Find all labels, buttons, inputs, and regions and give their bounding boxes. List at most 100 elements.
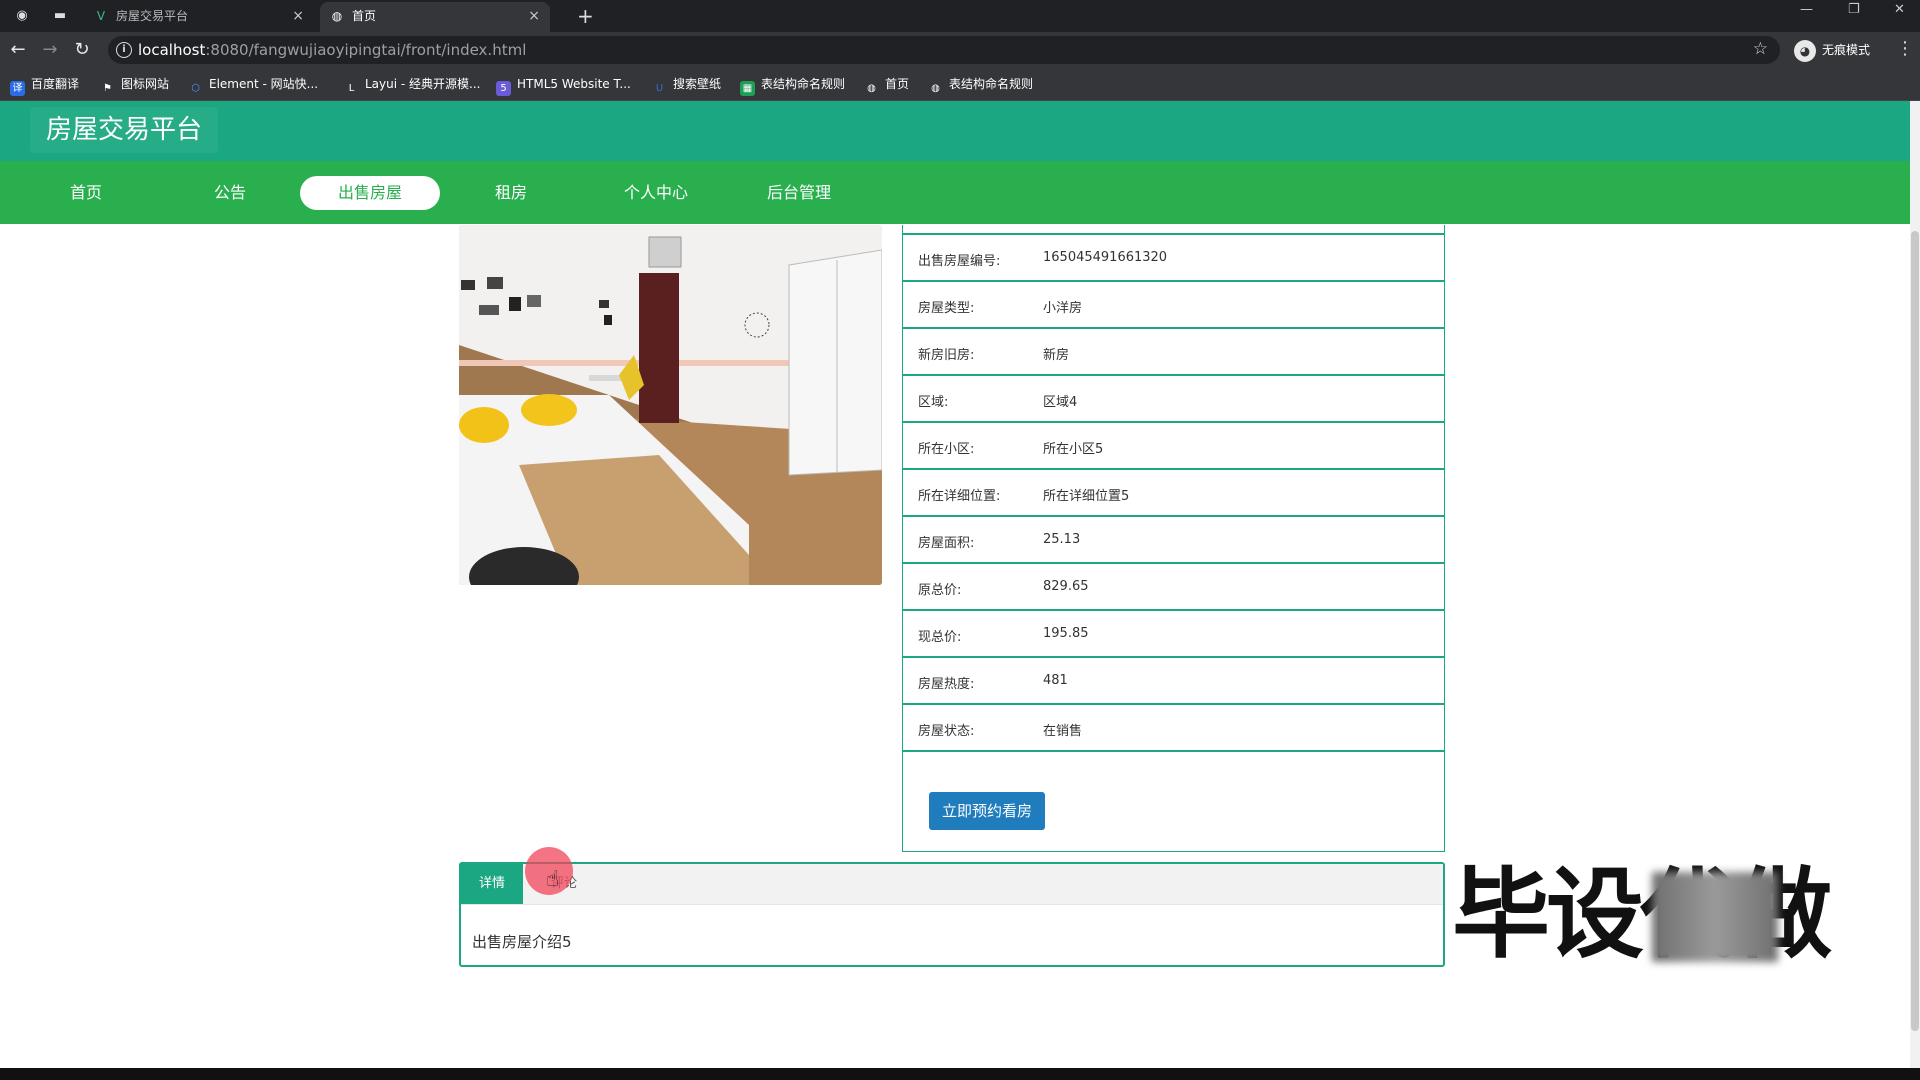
globe-icon: ◍ xyxy=(867,83,876,94)
info-label: 所在详细位置: xyxy=(918,489,1001,504)
bookmarks-bar: 译百度翻译 ⚑ 图标网站 ⬡ Element - 网站快... L Layui - 经… xyxy=(0,68,1920,101)
incognito-icon: ◕ xyxy=(1794,39,1816,62)
info-row: 所在小区: 所在小区5 xyxy=(903,423,1444,470)
info-row: 区域: 区域4 xyxy=(903,376,1444,423)
info-row: 所在详细位置: 所在详细位置5 xyxy=(903,470,1444,517)
info-icon[interactable]: i xyxy=(116,42,132,58)
info-label: 房屋状态: xyxy=(918,724,975,739)
bookmark-item[interactable]: 译百度翻译 xyxy=(10,75,79,96)
new-tab-button[interactable]: + xyxy=(577,4,594,28)
info-row: 新房旧房: 新房 xyxy=(903,329,1444,376)
minimize-button[interactable]: — xyxy=(1800,2,1813,17)
info-row: 原总价: 829.65 xyxy=(903,564,1444,611)
house-photo xyxy=(459,225,882,585)
info-value: 481 xyxy=(1043,673,1068,688)
info-label: 房屋类型: xyxy=(918,301,975,316)
url-path: :8080/fangwujiaoyipingtai/front/index.ht… xyxy=(205,41,527,59)
site-title: 房屋交易平台 xyxy=(30,107,219,153)
info-row: 房屋状态: 在销售 xyxy=(903,705,1444,752)
info-label: 原总价: xyxy=(918,583,962,598)
info-row-top xyxy=(903,225,1444,235)
vue-icon: V xyxy=(96,9,106,23)
info-value: 所在小区5 xyxy=(1043,442,1104,457)
restore-button[interactable]: ❐ xyxy=(1848,2,1860,17)
bookmark-item[interactable]: L Layui - 经典开源模... xyxy=(344,75,481,94)
info-value: 所在详细位置5 xyxy=(1043,489,1130,504)
info-label: 所在小区: xyxy=(918,442,975,457)
info-value: 165045491661320 xyxy=(1043,250,1168,265)
back-icon[interactable]: ← xyxy=(6,38,30,62)
nav-personal-center[interactable]: 个人中心 xyxy=(586,176,726,210)
bookmark-item[interactable]: U 搜索壁纸 xyxy=(652,75,721,94)
nav-notice[interactable]: 公告 xyxy=(160,176,300,210)
bookmark-item[interactable]: ⚑ 图标网站 xyxy=(100,75,169,94)
hand-cursor-icon: ☝ xyxy=(546,867,560,892)
browser-logo-icon: ◉ xyxy=(16,8,28,23)
menu-icon[interactable]: ⋮ xyxy=(1896,38,1914,59)
wallpaper-icon: U xyxy=(655,83,664,94)
book-viewing-button[interactable]: 立即预约看房 xyxy=(929,792,1045,830)
browser-tab-platform[interactable]: V 房屋交易平台 × xyxy=(84,2,314,32)
detail-text: 出售房屋介绍5 xyxy=(472,933,572,951)
info-label: 房屋热度: xyxy=(918,677,975,692)
blur-mask xyxy=(1652,872,1778,962)
info-label: 出售房屋编号: xyxy=(918,254,1001,269)
bookmark-item[interactable]: ⬡ Element - 网站快... xyxy=(188,75,318,94)
close-icon[interactable]: × xyxy=(528,2,540,30)
incognito-label: 无痕模式 xyxy=(1822,43,1871,57)
url-host: localhost xyxy=(138,41,206,59)
nav-home[interactable]: 首页 xyxy=(16,176,156,210)
site-header: 房屋交易平台 xyxy=(0,101,1910,161)
reload-icon[interactable]: ↻ xyxy=(70,38,94,62)
bookmark-item[interactable]: ◍ 表结构命名规则 xyxy=(928,75,1033,94)
bedroom-image xyxy=(459,225,882,585)
incognito-indicator[interactable]: ◕ 无痕模式 xyxy=(1794,38,1870,62)
info-value: 小洋房 xyxy=(1043,301,1083,316)
tab-title: 房屋交易平台 xyxy=(116,9,189,23)
info-label: 新房旧房: xyxy=(918,348,975,363)
tab-detail[interactable]: 详情 xyxy=(461,864,524,904)
info-row: 现总价: 195.85 xyxy=(903,611,1444,658)
browser-tabstrip: ◉ ▬ V 房屋交易平台 × ◍ 首页 × + — ❐ ✕ xyxy=(0,0,1920,32)
close-window-button[interactable]: ✕ xyxy=(1894,2,1905,17)
html5-icon: 5 xyxy=(496,81,511,96)
bookmark-item[interactable]: 5 HTML5 Website T... xyxy=(496,75,631,96)
bookmark-item[interactable]: ▦ 表结构命名规则 xyxy=(740,75,845,96)
info-label: 区域: xyxy=(918,395,949,410)
info-value: 25.13 xyxy=(1043,532,1081,547)
flag-icon: ⚑ xyxy=(103,83,112,94)
nav-admin[interactable]: 后台管理 xyxy=(729,176,869,210)
info-value: 新房 xyxy=(1043,348,1070,363)
info-value: 195.85 xyxy=(1043,626,1089,641)
detail-panel: 详情 评论 出售房屋介绍5 xyxy=(459,862,1445,967)
bookmark-item[interactable]: ◍ 首页 xyxy=(864,75,909,94)
screen: ◉ ▬ V 房屋交易平台 × ◍ 首页 × + — ❐ ✕ ← → ↻ i lo… xyxy=(0,0,1920,1080)
address-bar[interactable]: i localhost:8080/fangwujiaoyipingtai/fro… xyxy=(108,36,1780,64)
info-row: 出售房屋编号: 165045491661320 xyxy=(903,235,1444,282)
nav-house-sale[interactable]: 出售房屋 xyxy=(300,176,440,210)
nav-rent[interactable]: 租房 xyxy=(441,176,581,210)
detail-tabs: 详情 评论 xyxy=(461,864,1443,905)
main-nav: 首页 公告 出售房屋 租房 个人中心 后台管理 xyxy=(0,161,1910,224)
info-value: 区域4 xyxy=(1043,395,1078,410)
info-label: 现总价: xyxy=(918,630,962,645)
globe-icon: ◍ xyxy=(331,9,343,23)
tab-title: 首页 xyxy=(352,9,377,23)
forward-icon[interactable]: → xyxy=(38,38,62,62)
browser-toolbar: ← → ↻ i localhost:8080/fangwujiaoyipingt… xyxy=(0,32,1920,68)
close-icon[interactable]: × xyxy=(292,2,304,30)
info-row: 房屋类型: 小洋房 xyxy=(903,282,1444,329)
star-icon[interactable]: ☆ xyxy=(1753,39,1768,59)
sheet-icon: ▦ xyxy=(740,81,755,96)
page-scrollbar[interactable] xyxy=(1910,101,1920,1068)
tab-search-icon[interactable]: ▬ xyxy=(52,8,68,24)
scroll-thumb[interactable] xyxy=(1911,231,1919,1031)
browser-tab-home[interactable]: ◍ 首页 × xyxy=(320,2,550,32)
screen-bottom-bar xyxy=(0,1068,1920,1080)
info-value: 在销售 xyxy=(1043,724,1083,739)
info-value: 829.65 xyxy=(1043,579,1089,594)
translate-icon: 译 xyxy=(10,81,25,96)
globe-icon: ◍ xyxy=(931,83,940,94)
url-text[interactable]: localhost:8080/fangwujiaoyipingtai/front… xyxy=(138,41,526,59)
info-row: 房屋热度: 481 xyxy=(903,658,1444,705)
